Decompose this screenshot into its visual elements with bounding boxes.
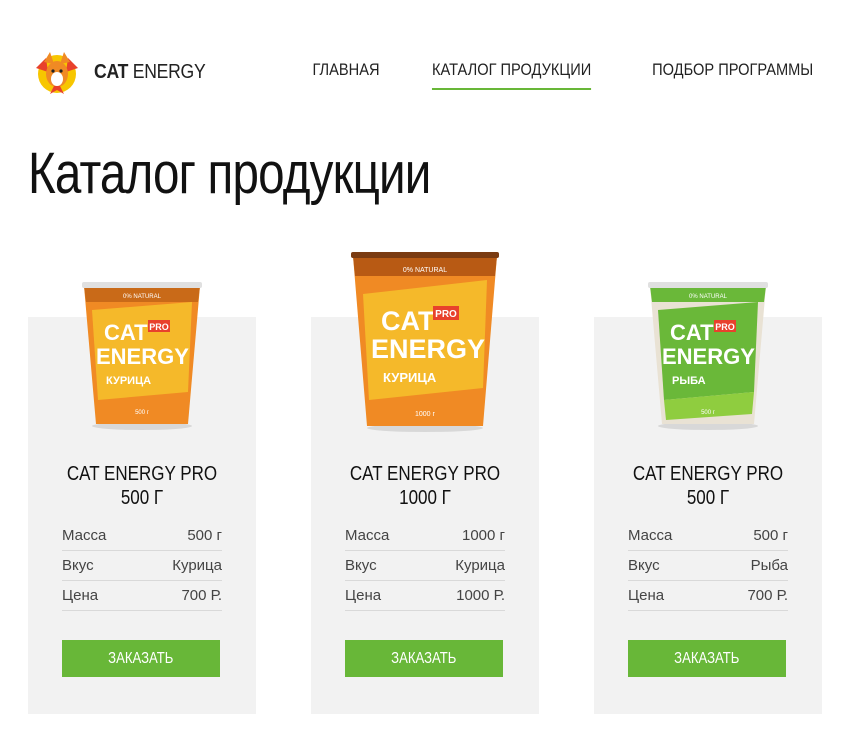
order-button[interactable]: ЗАКАЗАТЬ bbox=[62, 640, 220, 677]
cup-weight: 500 г bbox=[701, 410, 716, 416]
product-cup-image: 0% NATURAL CAT PRO ENERGY КУРИЦА 500 г bbox=[82, 282, 202, 430]
spec-row-mass: Масса 500 г bbox=[628, 521, 788, 551]
cup-brand-line2: ENERGY bbox=[96, 344, 189, 369]
cup-weight: 1000 г bbox=[415, 411, 436, 418]
cup-top-text: 0% NATURAL bbox=[403, 267, 447, 274]
cup-brand-line1: CAT bbox=[670, 320, 714, 345]
main-nav: ГЛАВНАЯ КАТАЛОГ ПРОДУКЦИИ ПОДБОР ПРОГРАМ… bbox=[307, 60, 826, 90]
cup-pro-label: PRO bbox=[149, 322, 169, 332]
cup-brand-line2: ENERGY bbox=[662, 344, 755, 369]
cup-brand-line1: CAT bbox=[104, 320, 148, 345]
cup-top-text: 0% NATURAL bbox=[123, 294, 162, 300]
product-cup-image: 0% NATURAL CAT PRO ENERGY КУРИЦА 1000 г bbox=[351, 252, 499, 432]
cup-pro-label: PRO bbox=[435, 309, 457, 320]
logo-text: CAT ENERGY bbox=[94, 60, 206, 83]
order-button[interactable]: ЗАКАЗАТЬ bbox=[628, 640, 786, 677]
product-image: 0% NATURAL CAT PRO ENERGY РЫБА 500 г bbox=[644, 280, 772, 430]
spec-row-flavor: Вкус Рыба bbox=[628, 551, 788, 581]
product-image: 0% NATURAL CAT PRO ENERGY КУРИЦА 500 г bbox=[78, 280, 206, 430]
nav-link-catalog[interactable]: КАТАЛОГ ПРОДУКЦИИ bbox=[432, 60, 592, 90]
nav-link-program[interactable]: ПОДБОР ПРОГРАММЫ bbox=[652, 60, 813, 90]
spec-row-mass: Масса 500 г bbox=[62, 521, 222, 551]
cup-flavor: КУРИЦА bbox=[106, 375, 151, 387]
site-header: CAT ENERGY ГЛАВНАЯ КАТАЛОГ ПРОДУКЦИИ ПОД… bbox=[0, 0, 850, 100]
spec-row-price: Цена 700 Р. bbox=[628, 581, 788, 611]
spec-row-flavor: Вкус Курица bbox=[345, 551, 505, 581]
spec-row-mass: Масса 1000 г bbox=[345, 521, 505, 551]
product-title: CAT ENERGY PRO 500 Г bbox=[632, 463, 784, 509]
logo-link[interactable]: CAT ENERGY bbox=[30, 48, 221, 96]
cup-brand-line2: ENERGY bbox=[371, 334, 485, 364]
spec-row-flavor: Вкус Курица bbox=[62, 551, 222, 581]
cup-flavor: РЫБА bbox=[672, 375, 706, 387]
product-image: 0% NATURAL CAT PRO ENERGY КУРИЦА 1000 г bbox=[349, 250, 501, 432]
product-title: CAT ENERGY PRO 500 Г bbox=[66, 463, 218, 509]
cat-fox-logo-icon bbox=[36, 52, 78, 94]
spec-row-price: Цена 700 Р. bbox=[62, 581, 222, 611]
cup-weight: 500 г bbox=[135, 410, 150, 416]
spec-row-price: Цена 1000 Р. bbox=[345, 581, 505, 611]
product-cup-image: 0% NATURAL CAT PRO ENERGY РЫБА 500 г bbox=[648, 282, 768, 430]
product-specs: Масса 1000 г Вкус Курица Цена 1000 Р. bbox=[345, 521, 505, 611]
cup-brand-line1: CAT bbox=[381, 306, 435, 336]
cup-flavor: КУРИЦА bbox=[383, 370, 437, 385]
nav-link-home[interactable]: ГЛАВНАЯ bbox=[313, 60, 380, 90]
cup-top-text: 0% NATURAL bbox=[689, 294, 728, 300]
product-title: CAT ENERGY PRO 1000 Г bbox=[349, 463, 501, 509]
page-title: Каталог продукции bbox=[28, 141, 431, 206]
order-button[interactable]: ЗАКАЗАТЬ bbox=[345, 640, 503, 677]
product-specs: Масса 500 г Вкус Курица Цена 700 Р. bbox=[62, 521, 222, 611]
cup-pro-label: PRO bbox=[715, 322, 735, 332]
product-specs: Масса 500 г Вкус Рыба Цена 700 Р. bbox=[628, 521, 788, 611]
